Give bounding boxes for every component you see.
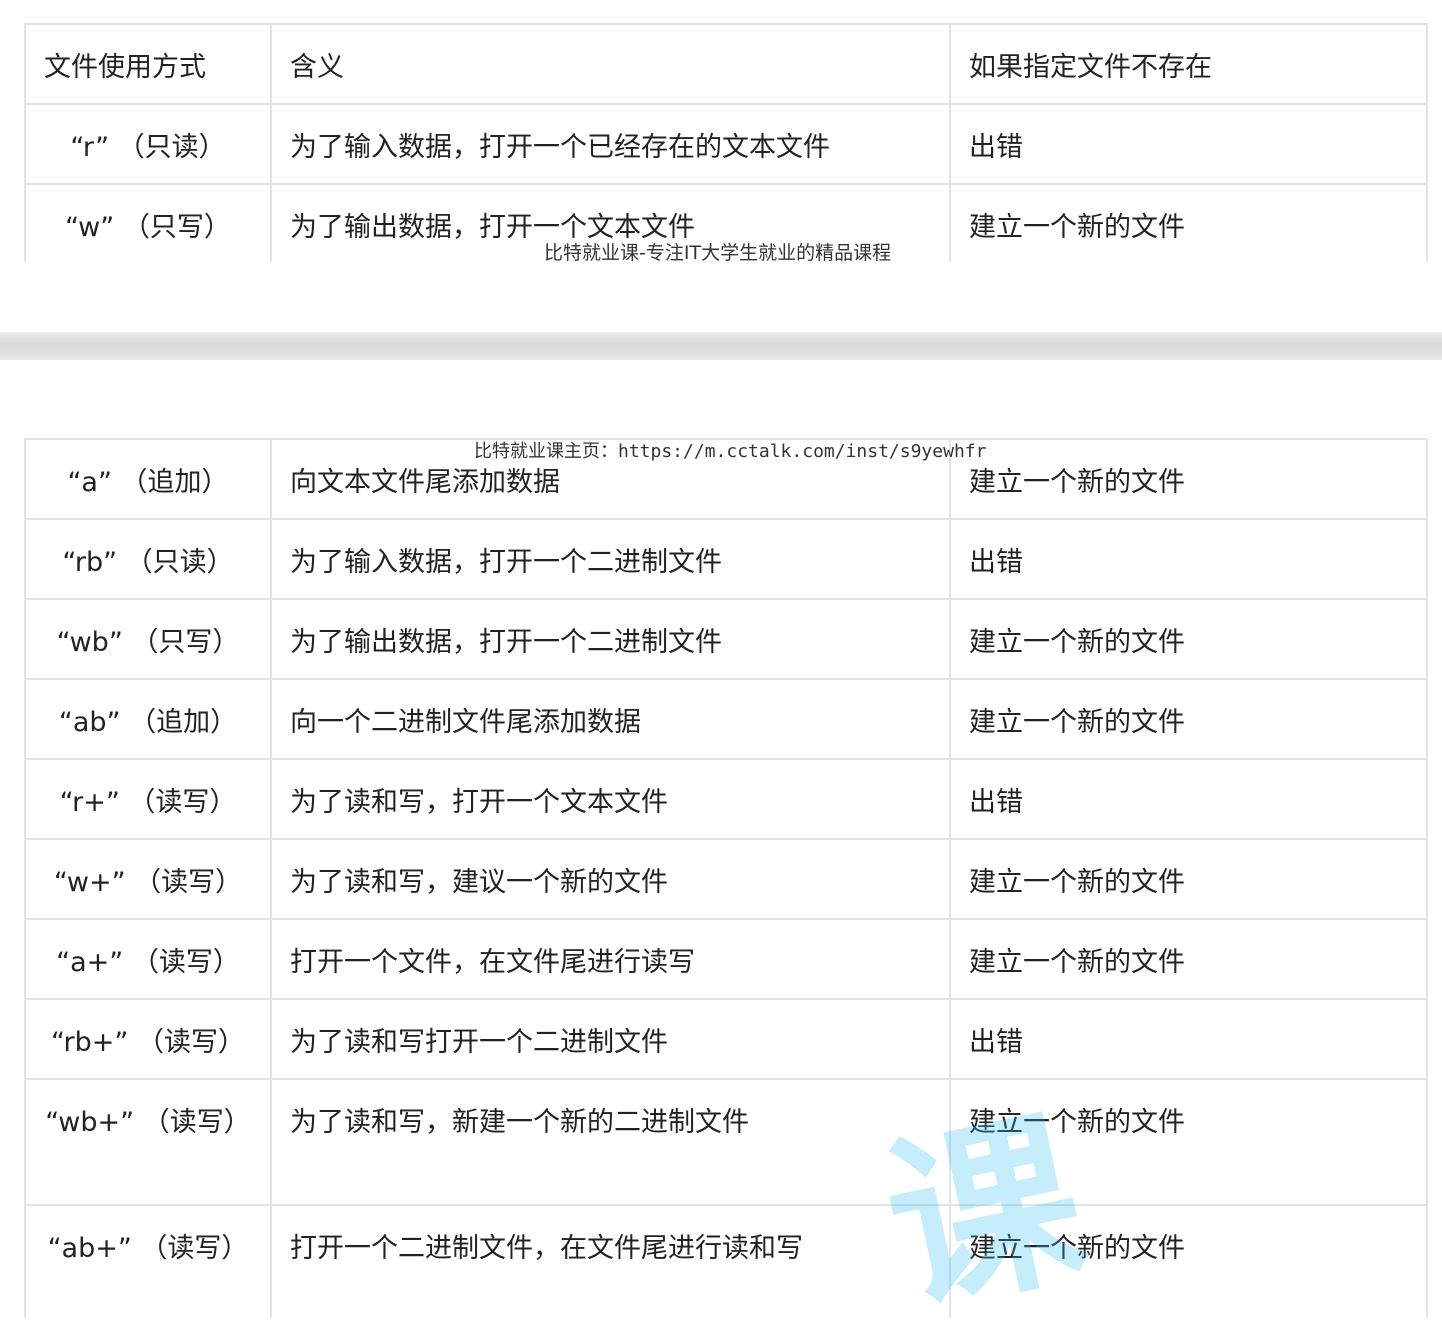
cell-if-missing: 建立一个新的文件 bbox=[949, 838, 1428, 920]
cell-meaning: 为了读和写，建议一个新的文件 bbox=[270, 838, 951, 920]
cell-if-missing: 出错 bbox=[949, 518, 1428, 600]
table-row: “a+” （读写） 打开一个文件，在文件尾进行读写 建立一个新的文件 bbox=[24, 918, 1428, 1000]
file-mode-table-top: 文件使用方式 含义 如果指定文件不存在 “r” （只读） 为了输入数据，打开一个已… bbox=[24, 23, 1428, 262]
cell-meaning: 为了输出数据，打开一个二进制文件 bbox=[270, 598, 951, 680]
table-row: “rb” （只读） 为了输入数据，打开一个二进制文件 出错 bbox=[24, 518, 1428, 600]
cell-if-missing: 建立一个新的文件 bbox=[949, 183, 1428, 262]
table-row: “wb+” （读写） 为了读和写，新建一个新的二进制文件 建立一个新的文件 bbox=[24, 1078, 1428, 1206]
page-fragment-bottom: “a” （追加） 向文本文件尾添加数据 建立一个新的文件 “rb” （只读） 为了输入数… bbox=[0, 436, 1442, 1318]
cell-mode: “wb” （只写） bbox=[24, 598, 272, 680]
cell-mode: “a+” （读写） bbox=[24, 918, 272, 1000]
cell-meaning: 向一个二进制文件尾添加数据 bbox=[270, 678, 951, 760]
page-separator bbox=[0, 332, 1442, 360]
table-header-row: 文件使用方式 含义 如果指定文件不存在 bbox=[24, 23, 1428, 105]
table-row: “rb+” （读写） 为了读和写打开一个二进制文件 出错 bbox=[24, 998, 1428, 1080]
cell-mode: “a” （追加） bbox=[24, 438, 272, 520]
cell-meaning: 为了读和写，新建一个新的二进制文件 bbox=[270, 1078, 951, 1206]
cell-if-missing: 建立一个新的文件 bbox=[949, 678, 1428, 760]
cell-if-missing: 建立一个新的文件 bbox=[949, 598, 1428, 680]
cell-meaning: 为了读和写，打开一个文本文件 bbox=[270, 758, 951, 840]
cell-if-missing: 出错 bbox=[949, 758, 1428, 840]
file-mode-table-bottom: “a” （追加） 向文本文件尾添加数据 建立一个新的文件 “rb” （只读） 为了输入数… bbox=[24, 438, 1428, 1318]
cell-if-missing: 建立一个新的文件 bbox=[949, 918, 1428, 1000]
cell-mode: “ab+” （读写） bbox=[24, 1204, 272, 1318]
table-row: “r+” （读写） 为了读和写，打开一个文本文件 出错 bbox=[24, 758, 1428, 840]
cell-mode: “rb” （只读） bbox=[24, 518, 272, 600]
cell-mode: “wb+” （读写） bbox=[24, 1078, 272, 1206]
cell-if-missing: 建立一个新的文件 bbox=[949, 1078, 1428, 1206]
table-row: “wb” （只写） 为了输出数据，打开一个二进制文件 建立一个新的文件 bbox=[24, 598, 1428, 680]
cell-meaning: 打开一个二进制文件，在文件尾进行读和写 bbox=[270, 1204, 951, 1318]
cell-meaning: 打开一个文件，在文件尾进行读写 bbox=[270, 918, 951, 1000]
cell-meaning: 为了读和写打开一个二进制文件 bbox=[270, 998, 951, 1080]
table-row: “w+” （读写） 为了读和写，建议一个新的文件 建立一个新的文件 bbox=[24, 838, 1428, 920]
watermark-url: 比特就业课主页：https://m.cctalk.com/inst/s9yewh… bbox=[474, 441, 987, 462]
cell-if-missing: 出错 bbox=[949, 103, 1428, 185]
table-row: “ab” （追加） 向一个二进制文件尾添加数据 建立一个新的文件 bbox=[24, 678, 1428, 760]
table-row: “r” （只读） 为了输入数据，打开一个已经存在的文本文件 出错 bbox=[24, 103, 1428, 185]
cell-if-missing: 建立一个新的文件 bbox=[949, 1204, 1428, 1318]
header-meaning: 含义 bbox=[270, 23, 951, 105]
cell-mode: “r+” （读写） bbox=[24, 758, 272, 840]
cell-meaning: 为了输入数据，打开一个已经存在的文本文件 bbox=[270, 103, 951, 185]
header-mode: 文件使用方式 bbox=[24, 23, 272, 105]
cell-mode: “r” （只读） bbox=[24, 103, 272, 185]
watermark-slogan: 比特就业课-专注IT大学生就业的精品课程 bbox=[544, 242, 892, 262]
cell-meaning: 为了输入数据，打开一个二进制文件 bbox=[270, 518, 951, 600]
header-if-missing: 如果指定文件不存在 bbox=[949, 23, 1428, 105]
cell-mode: “w” （只写） bbox=[24, 183, 272, 262]
cell-if-missing: 出错 bbox=[949, 998, 1428, 1080]
cell-mode: “w+” （读写） bbox=[24, 838, 272, 920]
page-fragment-top: 文件使用方式 含义 如果指定文件不存在 “r” （只读） 为了输入数据，打开一个已… bbox=[0, 0, 1442, 262]
cell-if-missing: 建立一个新的文件 bbox=[949, 438, 1428, 520]
table-row: “ab+” （读写） 打开一个二进制文件，在文件尾进行读和写 建立一个新的文件 bbox=[24, 1204, 1428, 1318]
cell-mode: “ab” （追加） bbox=[24, 678, 272, 760]
cell-mode: “rb+” （读写） bbox=[24, 998, 272, 1080]
